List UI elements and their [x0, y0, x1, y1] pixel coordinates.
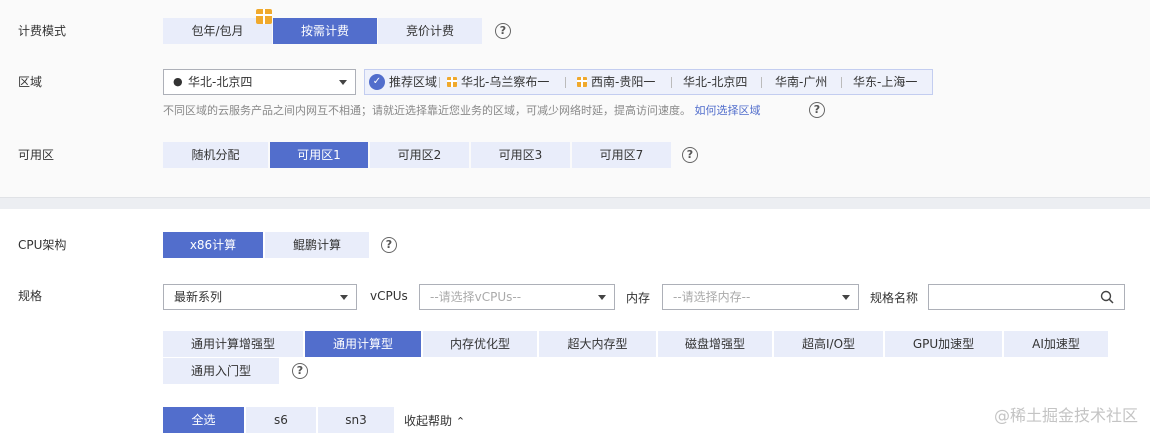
recommend-label: 推荐区域 [389, 75, 438, 89]
az-option-1[interactable]: 可用区1 [270, 142, 368, 168]
spec-type-help-icon[interactable]: ? [292, 363, 308, 379]
section-divider [0, 197, 1150, 209]
spec-label: 规格 [18, 289, 43, 303]
memory-placeholder: --请选择内存-- [673, 290, 751, 304]
spec-name-input[interactable] [928, 284, 1125, 310]
collapse-help-link[interactable]: 收起帮助 ⌃ [404, 412, 465, 429]
region-help-icon[interactable]: ? [809, 102, 825, 118]
spec-type-high-io[interactable]: 超高I/O型 [774, 331, 883, 357]
az-option-3[interactable]: 可用区3 [471, 142, 570, 168]
recommended-region-1[interactable]: 华北-乌兰察布一 [447, 70, 549, 94]
search-icon[interactable] [1100, 290, 1114, 304]
az-option-2[interactable]: 可用区2 [370, 142, 469, 168]
vcpus-select[interactable]: --请选择vCPUs-- [419, 284, 615, 310]
series-select[interactable]: 最新系列 [163, 284, 357, 310]
gift-icon [256, 9, 272, 24]
filter-sn3[interactable]: sn3 [318, 407, 394, 433]
az-option-7[interactable]: 可用区7 [572, 142, 671, 168]
spec-type-disk-enhanced[interactable]: 磁盘增强型 [658, 331, 772, 357]
spec-type-general-enhanced[interactable]: 通用计算增强型 [163, 331, 303, 357]
recommended-region-4[interactable]: 华南-广州 [775, 70, 827, 94]
region-hint: 不同区域的云服务产品之间内网互不相通；请就近选择靠近您业务的区域，可减少网络时延… [163, 104, 761, 117]
how-to-choose-region-link[interactable]: 如何选择区域 [695, 104, 761, 117]
az-label: 可用区 [18, 148, 55, 162]
region-select-value: 华北-北京四 [188, 75, 253, 89]
az-help-icon[interactable]: ? [682, 147, 698, 163]
recommended-region-5[interactable]: 华东-上海一 [853, 70, 917, 94]
spec-type-entry[interactable]: 通用入门型 [163, 358, 279, 384]
thumbs-up-icon: ✓ [369, 74, 385, 90]
memory-label: 内存 [626, 291, 651, 305]
az-option-random[interactable]: 随机分配 [163, 142, 268, 168]
location-pin-icon: ● [173, 75, 183, 88]
recommended-region-3[interactable]: 华北-北京四 [683, 70, 747, 94]
chevron-down-icon [842, 295, 850, 300]
filter-select-all[interactable]: 全选 [163, 407, 244, 433]
billing-help-icon[interactable]: ? [495, 23, 511, 39]
gift-icon [577, 77, 587, 87]
cpu-arch-kunpeng[interactable]: 鲲鹏计算 [265, 232, 369, 258]
spec-type-large-memory[interactable]: 超大内存型 [539, 331, 656, 357]
billing-label: 计费模式 [18, 24, 67, 38]
chevron-down-icon [339, 80, 347, 85]
recommended-regions: ✓ 推荐区域 华北-乌兰察布一 西南-贵阳一 华北-北京四 华南-广州 华东-上… [364, 69, 933, 95]
billing-option-on-demand[interactable]: 按需计费 [273, 18, 377, 44]
memory-select[interactable]: --请选择内存-- [662, 284, 859, 310]
watermark: @稀土掘金技术社区 [993, 406, 1138, 425]
spec-type-general[interactable]: 通用计算型 [305, 331, 421, 357]
vcpus-placeholder: --请选择vCPUs-- [430, 290, 522, 304]
chevron-down-icon [598, 295, 606, 300]
spec-type-gpu[interactable]: GPU加速型 [885, 331, 1002, 357]
recommended-region-2[interactable]: 西南-贵阳一 [577, 70, 655, 94]
filter-s6[interactable]: s6 [246, 407, 316, 433]
series-select-value: 最新系列 [174, 290, 223, 304]
spec-type-memory-optimized[interactable]: 内存优化型 [423, 331, 537, 357]
cpu-arch-x86[interactable]: x86计算 [163, 232, 263, 258]
chevron-down-icon [340, 295, 348, 300]
spec-name-label: 规格名称 [870, 291, 919, 305]
region-select[interactable]: ● 华北-北京四 [163, 69, 356, 95]
gift-icon [447, 77, 457, 87]
spec-type-ai[interactable]: AI加速型 [1004, 331, 1108, 357]
vcpus-label: vCPUs [370, 289, 408, 303]
region-label: 区域 [18, 75, 43, 89]
cpu-arch-help-icon[interactable]: ? [381, 237, 397, 253]
cpu-arch-label: CPU架构 [18, 238, 67, 252]
billing-option-spot[interactable]: 竞价计费 [378, 18, 482, 44]
chevron-up-icon: ⌃ [455, 415, 466, 428]
